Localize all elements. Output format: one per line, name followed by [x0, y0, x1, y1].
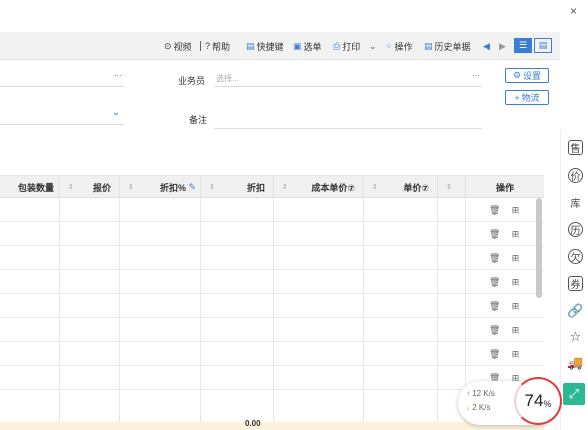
printer-icon: ⎙ [333, 40, 341, 51]
col-package-qty[interactable]: 包装数量 [0, 176, 60, 198]
play-circle-icon: ⊙ [164, 40, 172, 51]
col-discount-pct[interactable]: ⇕ 折扣% ✎ [120, 176, 201, 198]
coupon-icon[interactable]: 券 [568, 276, 583, 291]
table-row: 🗑 ⊞ [0, 198, 544, 222]
video-button[interactable]: ⊙ 视频 [164, 39, 192, 53]
table-row: 🗑 ⊞ [0, 246, 544, 270]
footer-total: 0.00 [245, 419, 261, 428]
history-document-icon: ▤ [424, 40, 433, 51]
col-discount[interactable]: ⇕ 折扣 [201, 176, 274, 198]
prev-arrow-icon[interactable]: ◀ [483, 39, 490, 53]
delete-icon[interactable]: 🗑 [489, 326, 500, 335]
divider [200, 41, 201, 51]
close-icon[interactable]: × [570, 4, 577, 18]
table-footer: 0.00 [0, 419, 544, 430]
table-row: 🗑 ⊞ [0, 342, 544, 366]
print-button[interactable]: ⎙ 打印 [333, 39, 360, 53]
table-header: 包装数量 ⇕ 报价 ⇕ 折扣% ✎ ⇕ 折扣 ⇕ 成本单价⑦ ⇕ 单价⑦ ⇕ 操… [0, 176, 544, 198]
table-row: 🗑 ⊞ [0, 294, 544, 318]
table-row: 🗑 ⊞ [0, 318, 544, 342]
salesperson-input[interactable]: 选择... ··· [214, 67, 482, 87]
history-icon[interactable]: 历 [568, 222, 583, 237]
link-icon[interactable]: 🔗 [567, 303, 583, 318]
copy-icon[interactable]: ⊞ [511, 278, 520, 287]
expand-icon[interactable]: ⤢ [563, 383, 585, 405]
dropdown-field[interactable]: ⌄ [0, 105, 124, 125]
logistics-button[interactable]: + 物流 [505, 90, 549, 105]
col-quote[interactable]: ⇕ 报价 [60, 176, 120, 198]
print-dropdown-chevron-icon[interactable]: ⌄ [369, 39, 377, 53]
sort-icon: ⇕ [128, 184, 134, 191]
copy-icon[interactable]: ⊞ [511, 230, 520, 239]
copy-icon[interactable]: ⊞ [511, 326, 520, 335]
inventory-icon[interactable]: 库 [568, 195, 583, 210]
price-icon[interactable]: 价 [568, 168, 583, 183]
col-cost-price[interactable]: ⇕ 成本单价⑦ [274, 176, 364, 198]
upload-speed: ↑ 12 K/s [466, 389, 495, 398]
arrow-up-icon: ↑ [466, 389, 470, 398]
document-icon: ▣ [293, 40, 302, 51]
operations-button[interactable]: ⁘ 操作 [385, 39, 413, 53]
plus-icon: + [514, 92, 520, 103]
delete-icon[interactable]: 🗑 [489, 254, 500, 263]
arrow-down-icon: ↓ [466, 403, 470, 412]
chevron-down-icon: ⌄ [111, 107, 120, 118]
sales-icon[interactable]: 售 [568, 140, 583, 155]
table-row: 🗑 ⊞ [0, 222, 544, 246]
shortcuts-button[interactable]: ▤ 快捷键 [246, 39, 284, 53]
history-button[interactable]: ▤ 历史单据 [424, 39, 471, 53]
salesperson-label: 业务员 [178, 76, 206, 86]
sort-icon: ⇕ [282, 184, 288, 191]
col-sort-extra[interactable]: ⇕ [438, 176, 466, 198]
copy-icon[interactable]: ⊞ [511, 302, 520, 311]
copy-icon[interactable]: ⊞ [511, 350, 520, 359]
download-speed: ↓ 2 K/s [466, 403, 491, 412]
delete-icon[interactable]: 🗑 [489, 230, 500, 239]
next-arrow-icon[interactable]: ▶ [499, 39, 506, 53]
field-top-left[interactable]: ··· [0, 67, 124, 87]
copy-icon[interactable]: ⊞ [511, 206, 520, 215]
table-scrollbar[interactable] [536, 198, 542, 298]
sort-icon: ⇕ [372, 184, 378, 191]
remark-label: 备注 [189, 115, 208, 125]
title-bar: × [0, 0, 588, 32]
debt-icon[interactable]: 欠 [568, 249, 583, 264]
list-view-icon[interactable]: ☰ [514, 38, 532, 53]
table-row: 🗑 ⊞ [0, 270, 544, 294]
edit-icon[interactable]: ✎ [188, 182, 196, 193]
question-circle-icon: ? [205, 41, 211, 51]
truck-icon[interactable]: 🚚 [567, 355, 583, 370]
delete-icon[interactable]: 🗑 [489, 278, 500, 287]
table-row: 🗑 ⊞ [0, 366, 544, 390]
select-order-button[interactable]: ▣ 选单 [293, 39, 322, 53]
toolbar: ⊙ 视频 ? 帮助 ▤ 快捷键 ▣ 选单 ⎙ 打印 ⌄ ⁘ 操作 ▤ 历史单据 … [0, 32, 560, 60]
sort-icon: ⇕ [446, 184, 452, 191]
col-unit-price[interactable]: ⇕ 单价⑦ [364, 176, 438, 198]
settings-button[interactable]: ⚙ 设置 [505, 68, 549, 83]
delete-icon[interactable]: 🗑 [489, 206, 500, 215]
col-actions: 操作 [495, 182, 514, 193]
delete-icon[interactable]: 🗑 [489, 350, 500, 359]
help-button[interactable]: ? 帮助 [205, 39, 230, 53]
copy-icon[interactable]: ⊞ [511, 254, 520, 263]
keyboard-icon: ▤ [246, 40, 255, 51]
remark-input[interactable] [214, 109, 482, 129]
grid-icon: ⁘ [385, 40, 393, 51]
form-area: ··· ⌄ 业务员 选择... ··· 备注 ⚙ 设置 + 物流 [0, 61, 560, 171]
memory-gauge[interactable]: 74% [514, 377, 562, 425]
gear-icon: ⚙ [512, 70, 522, 80]
detail-view-icon[interactable]: ▤ [534, 38, 552, 53]
sort-icon: ⇕ [68, 184, 74, 191]
sort-icon: ⇕ [209, 184, 215, 191]
star-icon[interactable]: ☆ [568, 329, 583, 344]
delete-icon[interactable]: 🗑 [489, 302, 500, 311]
